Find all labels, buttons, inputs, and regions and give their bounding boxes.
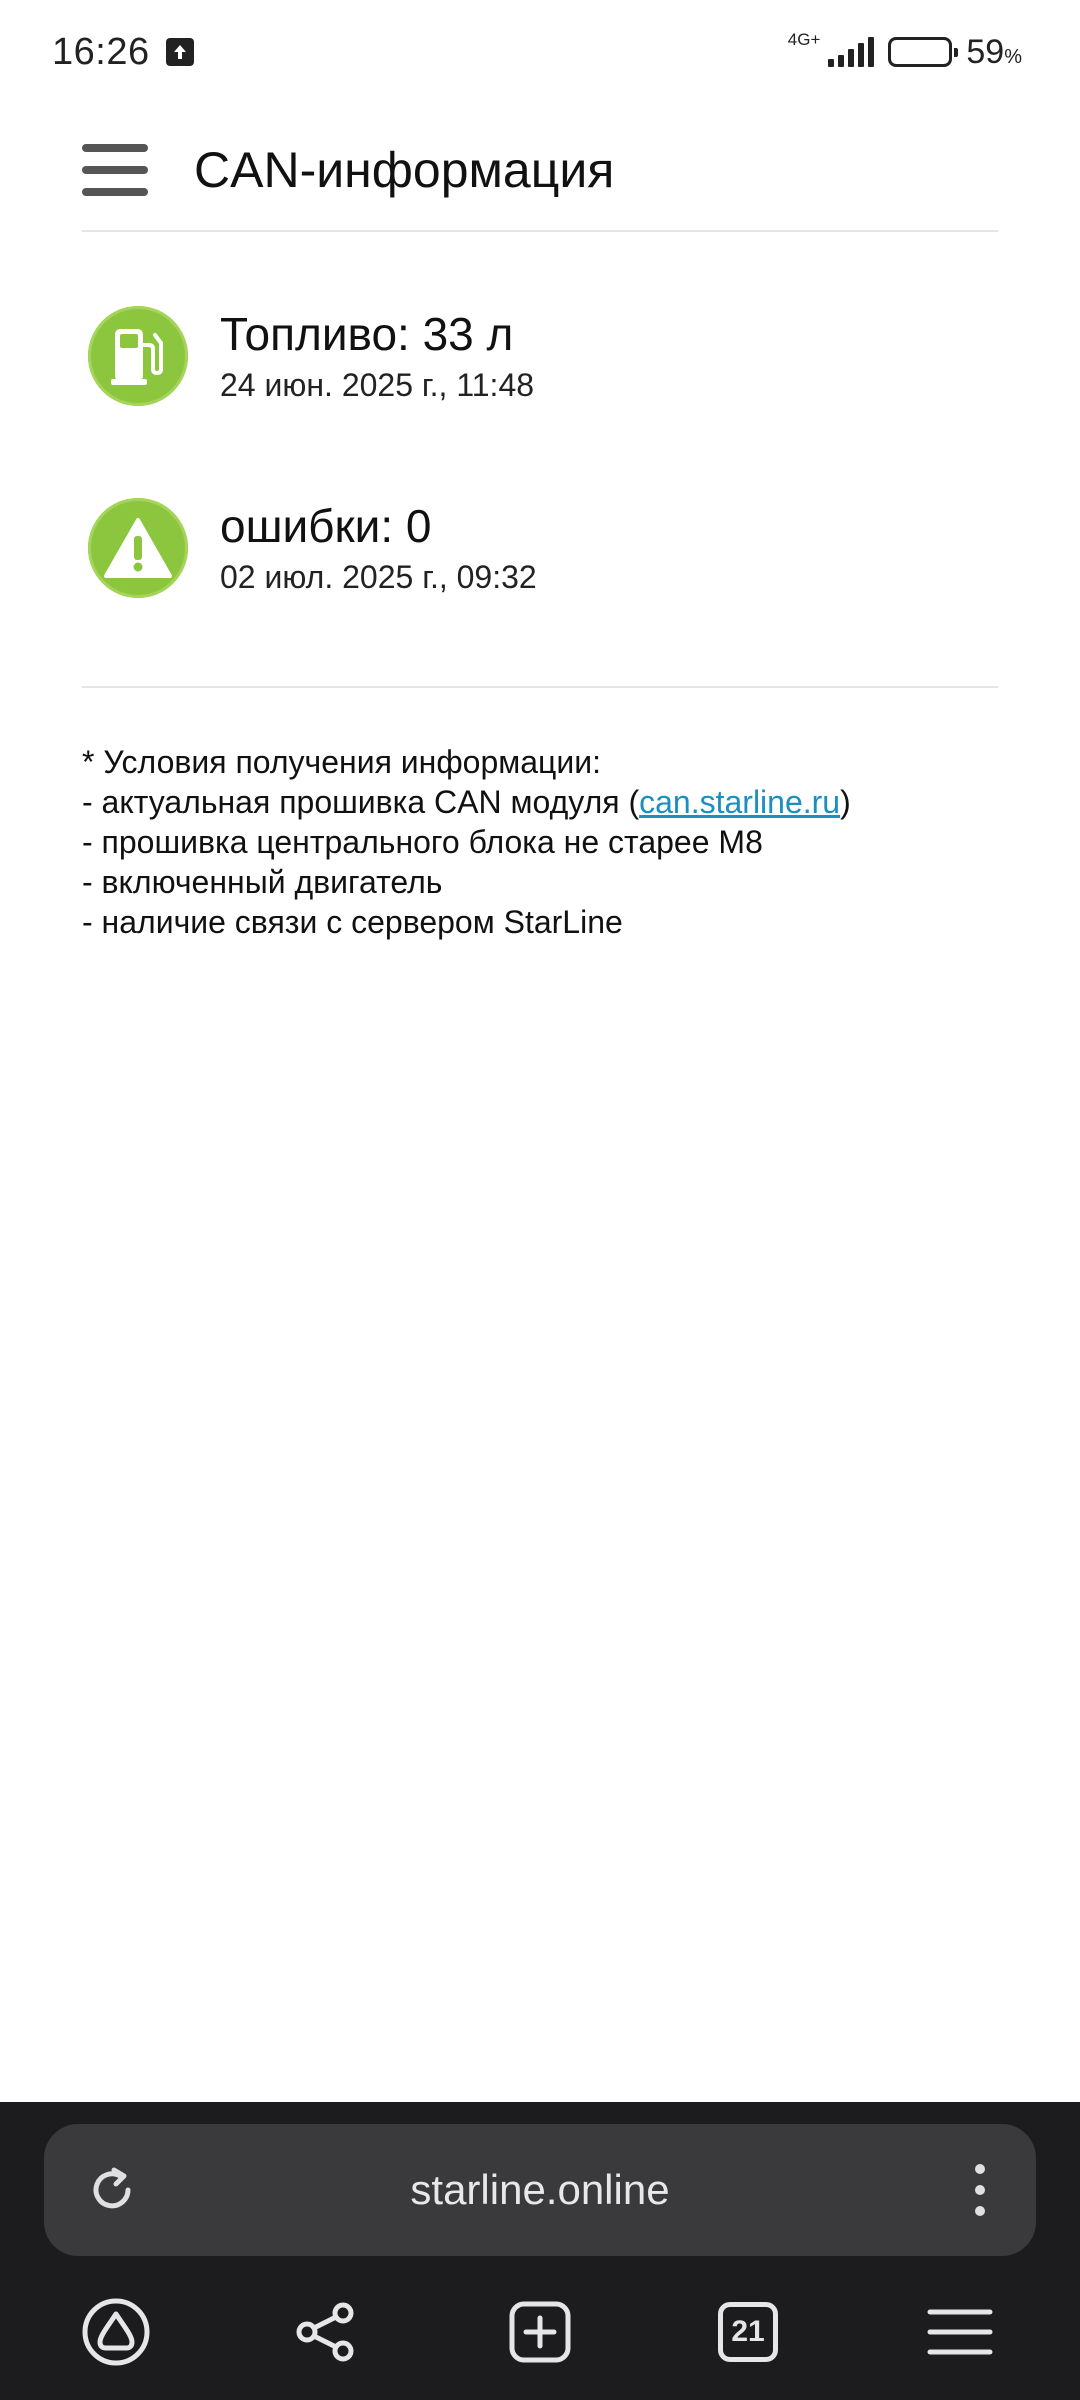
warning-triangle-icon [88, 498, 188, 598]
fuel-date: 24 июн. 2025 г., 11:48 [220, 367, 535, 403]
network-type: 4G+ [787, 30, 821, 49]
share-icon[interactable] [286, 2292, 366, 2372]
signal-strength-icon [828, 37, 875, 67]
errors-info-row: ошибки: 0 02 июл. 2025 г., 09:32 [88, 498, 537, 598]
tabs-count[interactable]: 21 [718, 2302, 778, 2362]
status-left: 16:26 [52, 31, 194, 74]
battery-icon [888, 37, 959, 67]
app-header: CAN-информация [82, 110, 998, 232]
browser-nav-row: 21 [0, 2280, 1080, 2390]
errors-value: ошибки: 0 [220, 500, 432, 552]
can-starline-link[interactable]: can.starline.ru [639, 784, 840, 820]
address-bar[interactable]: starline.online [44, 2124, 1036, 2256]
hamburger-menu-icon[interactable] [82, 144, 148, 196]
menu-icon[interactable] [920, 2292, 1000, 2372]
tabs-icon[interactable]: 21 [708, 2292, 788, 2372]
alice-icon[interactable] [76, 2292, 156, 2372]
battery-percent: 59% [966, 32, 1022, 71]
notes-line-server: - наличие связи с сервером StarLine [82, 904, 623, 940]
browser-bottom-bar: starline.online 21 [0, 2102, 1080, 2400]
fuel-info-text: Топливо: 33 л 24 июн. 2025 г., 11:48 [220, 306, 534, 406]
notes-heading: * Условия получения информации: [82, 744, 602, 780]
fuel-value: Топливо: 33 л [220, 308, 514, 360]
errors-date: 02 июл. 2025 г., 09:32 [220, 559, 537, 595]
fuel-pump-icon [88, 306, 188, 406]
status-right: 4G+ 59% [787, 30, 1022, 72]
reload-icon[interactable] [84, 2162, 140, 2218]
page: 16:26 4G+ 59% CAN-информация Топливо: 33… [0, 0, 1080, 2400]
more-options-icon[interactable] [974, 2164, 986, 2216]
errors-info-text: ошибки: 0 02 июл. 2025 г., 09:32 [220, 498, 537, 598]
notes-line-engine: - включенный двигатель [82, 864, 443, 900]
upload-notification-icon [165, 38, 194, 66]
page-title: CAN-информация [194, 142, 615, 198]
new-tab-icon[interactable] [500, 2292, 580, 2372]
info-conditions-notes: * Условия получения информации: - актуал… [82, 742, 998, 942]
can-info-list: Топливо: 33 л 24 июн. 2025 г., 11:48 оши… [82, 232, 998, 688]
notes-line-firmware: - актуальная прошивка CAN модуля (can.st… [82, 784, 851, 820]
status-time: 16:26 [52, 30, 150, 73]
fuel-info-row: Топливо: 33 л 24 июн. 2025 г., 11:48 [88, 306, 534, 406]
status-bar: 16:26 4G+ 59% [0, 0, 1080, 104]
notes-line-central-unit: - прошивка центрального блока не старее … [82, 824, 763, 860]
url-text[interactable]: starline.online [410, 2166, 669, 2214]
